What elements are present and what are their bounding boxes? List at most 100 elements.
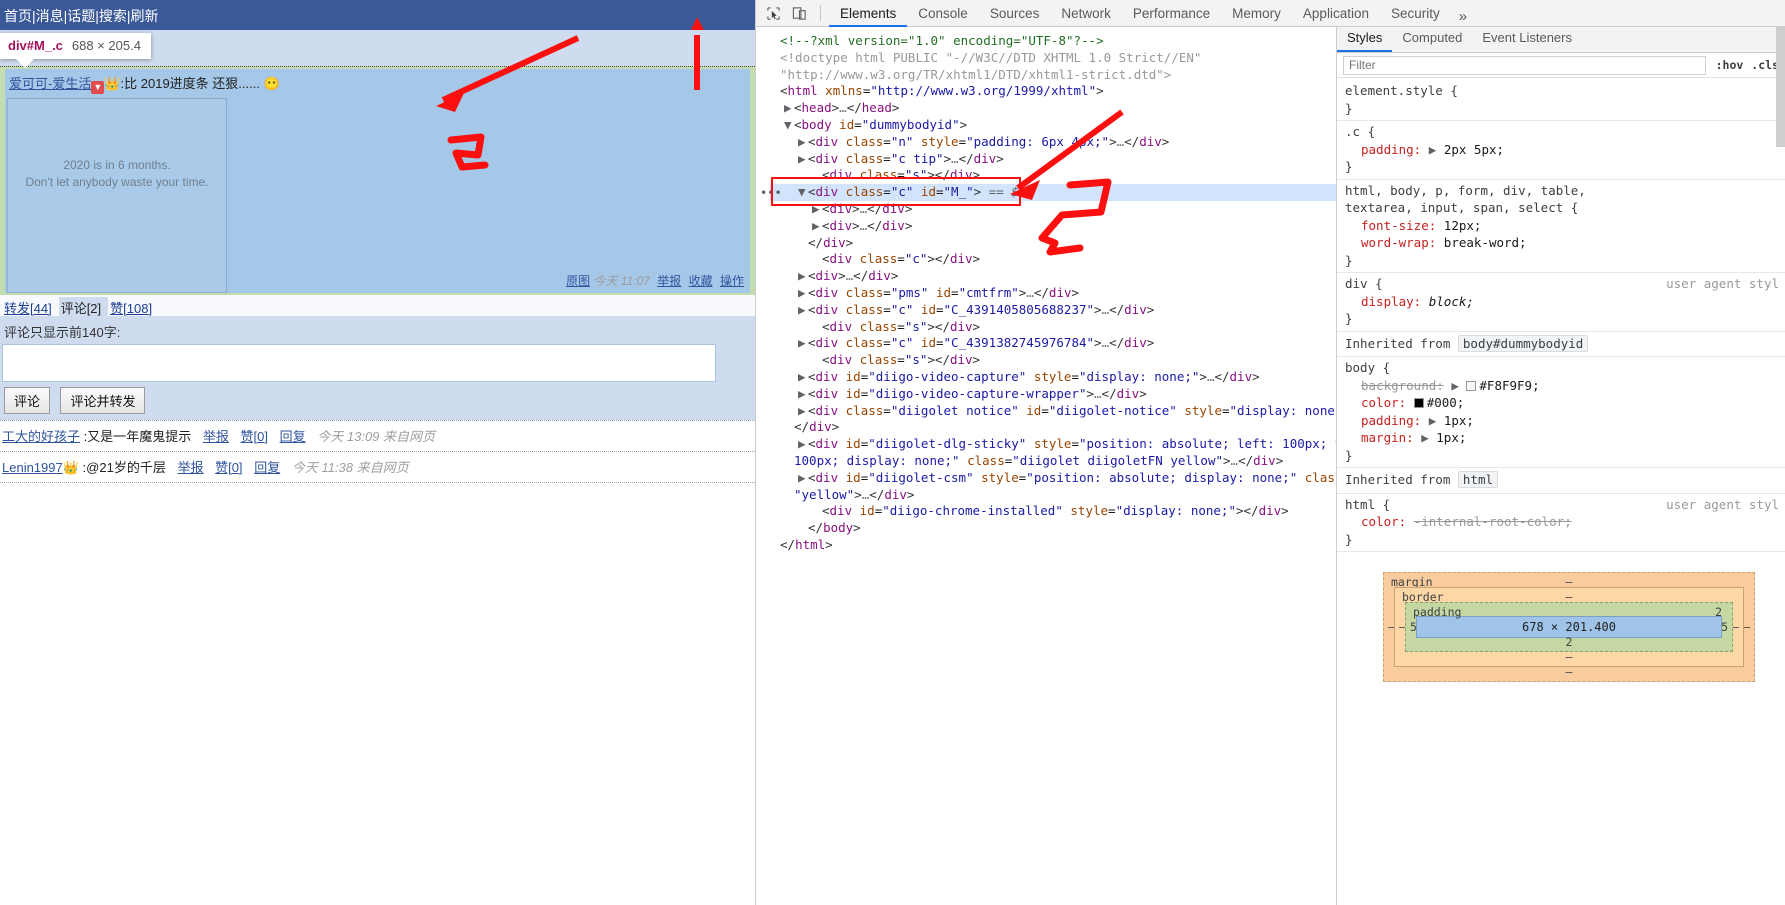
css-rule[interactable]: .c {padding: ▶ 2px 5px;} bbox=[1337, 121, 1785, 180]
css-value[interactable]: -internal-root-color; bbox=[1414, 514, 1572, 529]
comment-reply-link[interactable]: 回复 bbox=[280, 429, 306, 444]
dom-node[interactable]: ▶ <div id="diigo-video-capture" style="di… bbox=[770, 369, 1336, 386]
css-rules-list[interactable]: element.style {} .c {padding: ▶ 2px 5px;}… bbox=[1337, 78, 1785, 552]
css-value[interactable]: block; bbox=[1429, 294, 1474, 309]
favorite-link[interactable]: 收藏 bbox=[689, 274, 713, 288]
styles-filter-input[interactable] bbox=[1343, 55, 1706, 75]
css-property[interactable]: font-size: bbox=[1345, 218, 1436, 233]
comment-textarea[interactable] bbox=[2, 344, 716, 382]
css-property[interactable]: padding: bbox=[1345, 413, 1421, 428]
dom-node-disclosure-icon[interactable]: ▶ bbox=[798, 268, 808, 285]
dom-node[interactable]: "yellow">…</div> bbox=[770, 487, 1336, 504]
dom-node-disclosure-icon[interactable]: ▶ bbox=[798, 335, 808, 352]
dom-node[interactable]: </html> bbox=[770, 537, 1336, 554]
css-value[interactable]: #000; bbox=[1427, 395, 1465, 410]
tab-event-listeners[interactable]: Event Listeners bbox=[1472, 27, 1582, 52]
tab-sources[interactable]: Sources bbox=[979, 0, 1051, 27]
dom-node[interactable]: </div> bbox=[770, 419, 1336, 436]
dom-node-disclosure-icon[interactable]: ▶ bbox=[812, 201, 822, 218]
css-selector-cont[interactable]: textarea, input, span, select { bbox=[1345, 200, 1578, 215]
box-model-border-right[interactable]: – bbox=[1732, 620, 1739, 634]
css-rule[interactable]: body {background: ▶ #F8F9F9; color: #000;… bbox=[1337, 357, 1785, 468]
expand-icon[interactable]: ▶ bbox=[1451, 378, 1459, 393]
tab-application[interactable]: Application bbox=[1292, 0, 1380, 27]
dom-node-menu-icon[interactable]: ••• bbox=[760, 185, 782, 202]
dom-node[interactable]: ▶ <div>…</div> bbox=[770, 201, 1336, 218]
box-model-padding-right[interactable]: 5 bbox=[1721, 620, 1728, 634]
comment-report-link[interactable]: 举报 bbox=[203, 429, 229, 444]
css-value[interactable]: 1px; bbox=[1444, 413, 1474, 428]
dom-node[interactable]: <html xmlns="http://www.w3.org/1999/xhtm… bbox=[770, 83, 1336, 100]
comment-like-link[interactable]: 赞[0] bbox=[215, 460, 242, 475]
tab-performance[interactable]: Performance bbox=[1122, 0, 1221, 27]
css-value[interactable]: break-word; bbox=[1444, 235, 1527, 250]
dom-node[interactable]: ▶ <head>…</head> bbox=[770, 100, 1336, 117]
css-property[interactable]: padding: bbox=[1345, 142, 1421, 157]
report-link[interactable]: 举报 bbox=[657, 274, 681, 288]
comment-report-link[interactable]: 举报 bbox=[177, 460, 203, 475]
tab-repost-label[interactable]: 转发[44] bbox=[4, 301, 52, 316]
css-value[interactable]: 2px 5px; bbox=[1444, 142, 1504, 157]
dom-node[interactable]: ▼ <body id="dummybodyid"> bbox=[770, 117, 1336, 134]
original-image-link[interactable]: 原图 bbox=[566, 274, 590, 288]
submit-comment-and-repost-button[interactable]: 评论并转发 bbox=[60, 387, 146, 414]
css-selector[interactable]: element.style { bbox=[1345, 83, 1458, 98]
dom-node-disclosure-icon[interactable]: ▶ bbox=[798, 285, 808, 302]
css-property[interactable]: margin: bbox=[1345, 430, 1414, 445]
css-selector[interactable]: html { bbox=[1345, 497, 1390, 512]
expand-icon[interactable]: ▶ bbox=[1429, 413, 1437, 428]
box-model-padding-top[interactable]: 2 bbox=[1715, 605, 1722, 619]
css-property[interactable]: display: bbox=[1345, 294, 1421, 309]
dom-node[interactable]: ▶ <div class="diigolet notice" id="diigol… bbox=[770, 403, 1336, 420]
css-property[interactable]: background: bbox=[1345, 378, 1444, 393]
more-tabs-button[interactable]: » bbox=[1451, 6, 1475, 27]
css-property[interactable]: color: bbox=[1345, 395, 1406, 410]
tab-comment[interactable]: 评论[2] bbox=[58, 297, 109, 319]
css-rule[interactable]: element.style {} bbox=[1337, 80, 1785, 121]
inherited-source[interactable]: html bbox=[1457, 471, 1498, 488]
css-selector[interactable]: .c { bbox=[1345, 124, 1375, 139]
dom-node[interactable]: 100px; display: none;" class="diigolet d… bbox=[770, 453, 1336, 470]
css-rule[interactable]: div {user agent styl display: block;} bbox=[1337, 273, 1785, 332]
tab-security[interactable]: Security bbox=[1380, 0, 1451, 27]
dom-node[interactable]: ▶ <div class="c" id="C_4391382745976784">… bbox=[770, 335, 1336, 352]
dom-node-disclosure-icon[interactable]: ▼ bbox=[798, 184, 808, 201]
comment-like-link[interactable]: 赞[0] bbox=[241, 429, 268, 444]
dom-node[interactable]: <div id="diigo-chrome-installed" style="… bbox=[770, 503, 1336, 520]
dom-node-selected[interactable]: ••• ▼ <div class="c" id="M_"> == $0 bbox=[760, 184, 1336, 201]
dom-node[interactable]: <div class="s"></div> bbox=[770, 167, 1336, 184]
submit-comment-button[interactable]: 评论 bbox=[4, 387, 51, 414]
dom-node[interactable]: </body> bbox=[770, 520, 1336, 537]
dom-node[interactable]: <div class="s"></div> bbox=[770, 352, 1336, 369]
box-model-padding-bottom[interactable]: 2 bbox=[1566, 635, 1573, 649]
css-selector[interactable]: body { bbox=[1345, 360, 1390, 375]
dom-node[interactable]: <!--?xml version="1.0" encoding="UTF-8"?… bbox=[770, 33, 1336, 50]
box-model-padding-left[interactable]: 5 bbox=[1410, 620, 1417, 634]
css-rule[interactable]: html {user agent styl color: -internal-ro… bbox=[1337, 494, 1785, 552]
dom-node-disclosure-icon[interactable]: ▶ bbox=[798, 470, 808, 487]
dom-node[interactable]: ▶ <div class="n" style="padding: 6px 4px;… bbox=[770, 134, 1336, 151]
css-property[interactable]: color: bbox=[1345, 514, 1406, 529]
tab-network[interactable]: Network bbox=[1050, 0, 1122, 27]
device-toolbar-icon[interactable] bbox=[786, 1, 812, 25]
dom-node[interactable]: ▶ <div>…</div> bbox=[770, 268, 1336, 285]
css-selector[interactable]: div { bbox=[1345, 276, 1383, 291]
cls-toggle[interactable]: .cls bbox=[1751, 58, 1779, 72]
dom-node[interactable]: <div class="c"></div> bbox=[770, 251, 1336, 268]
color-swatch[interactable] bbox=[1466, 380, 1477, 391]
css-property[interactable]: word-wrap: bbox=[1345, 235, 1436, 250]
box-model-margin-bottom[interactable]: – bbox=[1566, 665, 1573, 679]
operate-link[interactable]: 操作 bbox=[720, 274, 744, 288]
dom-node[interactable]: ▶ <div class="pms" id="cmtfrm">…</div> bbox=[770, 285, 1336, 302]
box-model-border-bottom[interactable]: – bbox=[1566, 650, 1573, 664]
css-selector[interactable]: html, body, p, form, div, table, bbox=[1345, 183, 1586, 198]
dom-node-disclosure-icon[interactable]: ▶ bbox=[798, 151, 808, 168]
dom-node-disclosure-icon[interactable]: ▶ bbox=[784, 100, 794, 117]
dom-node-disclosure-icon[interactable]: ▶ bbox=[812, 218, 822, 235]
post-author-link[interactable]: 爱可可-爱生活 bbox=[9, 76, 91, 91]
css-value[interactable]: 1px; bbox=[1436, 430, 1466, 445]
tab-console[interactable]: Console bbox=[907, 0, 979, 27]
dom-node[interactable]: ▶ <div id="diigolet-dlg-sticky" style="po… bbox=[770, 436, 1336, 453]
navbar-links[interactable]: 首页|消息|话题|搜索|刷新 bbox=[4, 8, 159, 24]
dom-tree[interactable]: <!--?xml version="1.0" encoding="UTF-8"?… bbox=[756, 27, 1336, 554]
